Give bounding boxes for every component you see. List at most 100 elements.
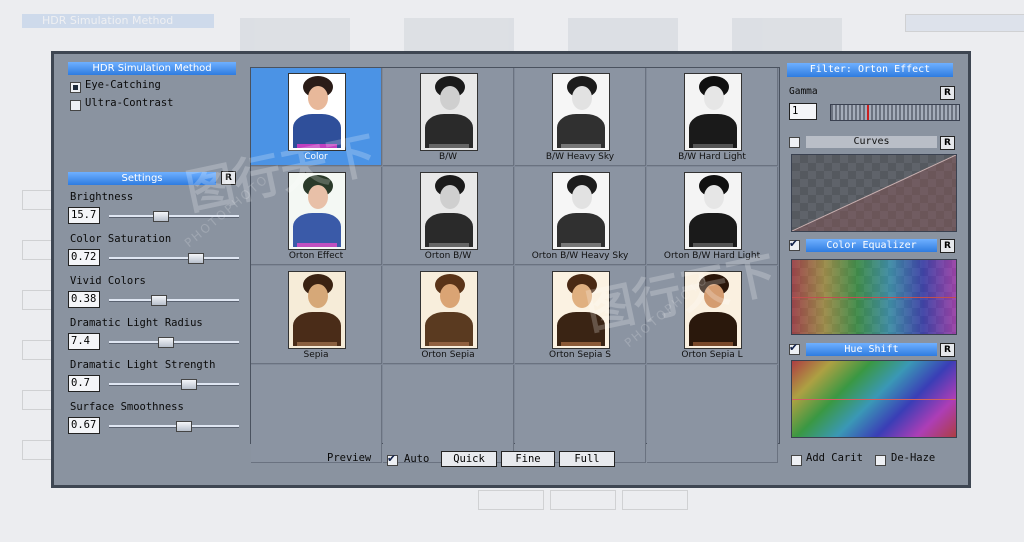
quick-button[interactable]: Quick [441, 451, 497, 467]
eye-catching-radio[interactable] [70, 82, 81, 93]
preview-label: Preview [327, 452, 372, 464]
curves-graph[interactable] [791, 154, 957, 232]
empty-preset-slot [383, 365, 514, 463]
bg-button [478, 490, 544, 510]
setting-slider[interactable] [109, 379, 239, 390]
dehaze-label: De-Haze [891, 452, 936, 464]
auto-preview-checkbox[interactable] [387, 452, 398, 466]
preset-label: Orton Sepia L [681, 350, 743, 360]
full-button[interactable]: Full [559, 451, 615, 467]
setting-slider[interactable] [109, 211, 239, 222]
add-carit-label: Add Carit [806, 452, 863, 464]
dehaze-checkbox[interactable] [875, 455, 886, 466]
bg-button [622, 490, 688, 510]
preset-tile[interactable]: Orton B/W Heavy Sky [515, 167, 646, 265]
setting-label: Dramatic Light Radius [70, 317, 203, 329]
gamma-marker [867, 105, 869, 120]
slider-track [109, 383, 239, 386]
preset-label: B/W [438, 152, 458, 162]
settings-reset-button[interactable]: R [221, 171, 236, 185]
color-equalizer-reset-button[interactable]: R [940, 239, 955, 253]
preset-thumbnail [552, 172, 610, 250]
preset-thumbnail [552, 271, 610, 349]
color-equalizer-title: Color Equalizer [806, 239, 937, 252]
setting-value-field[interactable]: 0.38 [68, 291, 100, 308]
setting-value-field[interactable]: 7.4 [68, 333, 100, 350]
filter-title: Filter: Orton Effect [787, 63, 953, 77]
preset-label: Orton Sepia S [549, 350, 611, 360]
slider-track [109, 425, 239, 428]
setting-slider[interactable] [109, 295, 239, 306]
empty-preset-slot [647, 365, 778, 463]
preset-tile[interactable]: Sepia [251, 266, 382, 364]
slider-track [109, 215, 239, 218]
hue-line [792, 399, 956, 400]
fine-button[interactable]: Fine [501, 451, 555, 467]
slider-thumb[interactable] [188, 253, 204, 264]
preset-label: Color [304, 152, 328, 162]
preset-thumbnail [288, 172, 346, 250]
preset-tile[interactable]: Orton Effect [251, 167, 382, 265]
gamma-field[interactable]: 1 [789, 103, 817, 120]
setting-value-field[interactable]: 0.7 [68, 375, 100, 392]
hue-shift-checkbox[interactable] [789, 341, 800, 355]
preset-thumbnail [684, 271, 742, 349]
preset-tile[interactable]: Orton Sepia S [515, 266, 646, 364]
setting-value-field[interactable]: 0.72 [68, 249, 100, 266]
preset-thumbnail [420, 73, 478, 151]
setting-label: Dramatic Light Strength [70, 359, 216, 371]
preset-label: Orton B/W Hard Light [663, 251, 761, 261]
preset-tile[interactable]: Orton Sepia L [647, 266, 778, 364]
preset-thumbnail [420, 271, 478, 349]
bg-button [550, 490, 616, 510]
preset-label: Orton Effect [288, 251, 344, 261]
add-carit-checkbox[interactable] [791, 455, 802, 466]
gamma-reset-button[interactable]: R [940, 86, 955, 100]
preset-thumbnail [288, 73, 346, 151]
setting-label: Surface Smoothness [70, 401, 184, 413]
method-title: HDR Simulation Method [68, 62, 236, 75]
curves-checkbox[interactable] [789, 137, 800, 148]
equalizer-line [792, 297, 956, 298]
bg-filter-title [905, 14, 1024, 32]
auto-label: Auto [404, 453, 430, 465]
setting-slider[interactable] [109, 253, 239, 264]
bg-method-title: HDR Simulation Method [22, 14, 214, 28]
preset-tile[interactable]: Color [251, 68, 382, 166]
preset-tile[interactable]: Orton B/W Hard Light [647, 167, 778, 265]
setting-label: Brightness [70, 191, 134, 203]
preset-label: Orton Sepia [421, 350, 475, 360]
preset-tile[interactable]: B/W Hard Light [647, 68, 778, 166]
slider-thumb[interactable] [158, 337, 174, 348]
setting-label: Color Saturation [70, 233, 172, 245]
ultra-contrast-radio[interactable] [70, 100, 81, 111]
setting-value-field[interactable]: 0.67 [68, 417, 100, 434]
preset-tile[interactable]: B/W Heavy Sky [515, 68, 646, 166]
curves-reset-button[interactable]: R [940, 136, 955, 150]
setting-value-field[interactable]: 15.7 [68, 207, 100, 224]
slider-thumb[interactable] [181, 379, 197, 390]
color-equalizer-checkbox[interactable] [789, 237, 800, 251]
setting-slider[interactable] [109, 421, 239, 432]
gamma-slider[interactable] [830, 104, 960, 121]
slider-track [109, 341, 239, 344]
slider-thumb[interactable] [151, 295, 167, 306]
preset-tile[interactable]: B/W [383, 68, 514, 166]
preset-label: B/W Heavy Sky [545, 152, 615, 162]
hdr-dialog: HDR Simulation Method Eye-Catching Ultra… [51, 51, 971, 488]
preset-thumbnail [684, 73, 742, 151]
setting-slider[interactable] [109, 337, 239, 348]
preset-thumbnail [684, 172, 742, 250]
hue-shift-reset-button[interactable]: R [940, 343, 955, 357]
preset-tile[interactable]: Orton B/W [383, 167, 514, 265]
slider-thumb[interactable] [153, 211, 169, 222]
slider-thumb[interactable] [176, 421, 192, 432]
hue-shift-title: Hue Shift [806, 343, 937, 356]
hue-shift-graph[interactable] [791, 360, 957, 438]
color-equalizer-graph[interactable] [791, 259, 957, 335]
preset-tile[interactable]: Orton Sepia [383, 266, 514, 364]
preset-label: B/W Hard Light [678, 152, 746, 162]
preset-label: Orton B/W [424, 251, 472, 261]
preset-thumbnail [288, 271, 346, 349]
curves-line [792, 155, 956, 231]
